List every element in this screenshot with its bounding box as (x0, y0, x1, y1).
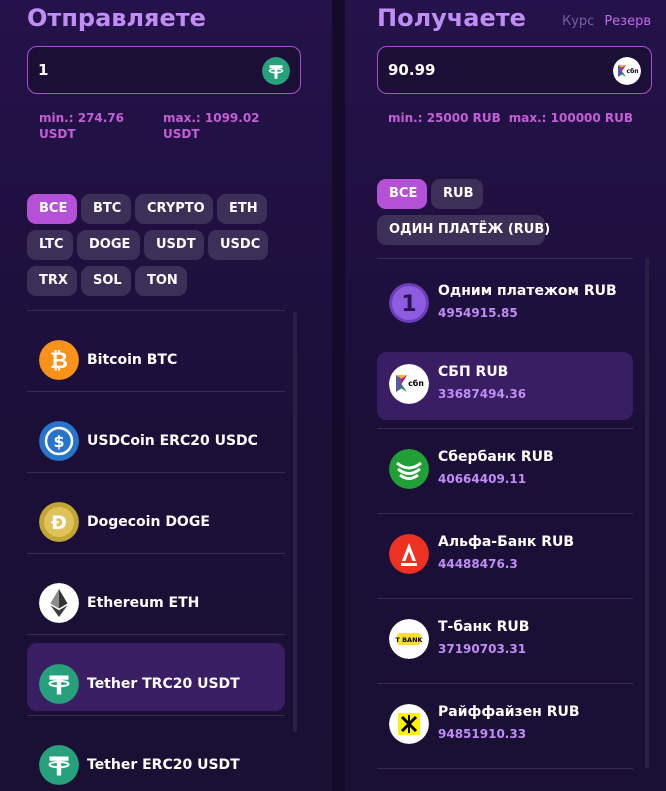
list-item-sberbank[interactable]: Сбербанк RUB 40664409.11 (377, 437, 633, 505)
method-name: Одним платежом RUB (438, 283, 617, 299)
list-item-raiffeisen[interactable]: Райффайзен RUB 94851910.33 (377, 692, 633, 760)
receive-amount-field[interactable]: 90.99 сбп (377, 46, 652, 94)
list-divider (27, 310, 285, 311)
list-item-one-payment[interactable]: 1 Одним платежом RUB 4954915.85 (377, 271, 633, 339)
method-reserve: 33687494.36 (438, 387, 527, 401)
svg-text:T BANK: T BANK (395, 636, 423, 644)
list-divider (27, 391, 285, 392)
method-reserve: 94851910.33 (438, 727, 527, 741)
send-filter-sol[interactable]: SOL (81, 266, 131, 296)
method-name: Сбербанк RUB (438, 449, 554, 465)
currency-name: Bitcoin BTC (87, 352, 178, 368)
receive-title: Получаете (377, 4, 526, 32)
list-item-sbp[interactable]: сбп СБП RUB 33687494.36 (377, 352, 633, 420)
sbp-icon: сбп (613, 57, 641, 85)
send-title: Отправляете (27, 4, 206, 32)
send-filter-trx[interactable]: TRX (27, 266, 77, 296)
panel-divider (332, 0, 345, 791)
list-divider (377, 598, 633, 599)
list-divider (377, 258, 633, 259)
sbp-icon: сбп (389, 364, 429, 404)
method-name: Райффайзен RUB (438, 704, 580, 720)
svg-text:сбп: сбп (627, 68, 639, 75)
list-divider (377, 683, 633, 684)
send-amount-field[interactable]: 1 (27, 46, 301, 94)
send-filter-crypto[interactable]: CRYPTO (135, 194, 213, 224)
receive-header-links: Курс Резерв (562, 14, 651, 29)
list-item-dogecoin[interactable]: Ð Dogecoin DOGE (27, 481, 285, 549)
exchange-widget: Отправляете 1 min.: 274.76 USDT max.: 10… (0, 0, 666, 791)
dogecoin-icon: Ð (39, 502, 79, 542)
svg-text:$: $ (53, 432, 64, 451)
svg-text:сбп: сбп (408, 378, 424, 388)
currency-name: Ethereum ETH (87, 595, 200, 611)
send-filter-usdc[interactable]: USDC (208, 230, 268, 260)
receive-filter-all[interactable]: ВСЕ (377, 179, 427, 209)
bitcoin-icon: ₿ (39, 340, 79, 380)
usdc-icon: $ (39, 421, 79, 461)
send-filter-doge[interactable]: DOGE (77, 230, 140, 260)
list-divider (377, 768, 633, 769)
method-name: Альфа-Банк RUB (438, 534, 575, 550)
ethereum-icon (39, 583, 79, 623)
currency-name: Dogecoin DOGE (87, 514, 210, 530)
tether-icon (39, 745, 79, 785)
send-list-scrollbar[interactable] (293, 312, 297, 732)
alfabank-icon (389, 534, 429, 574)
currency-name: Tether TRC20 USDT (87, 676, 240, 692)
receive-filter-rub[interactable]: RUB (431, 179, 483, 209)
send-min-limit: min.: 274.76 USDT (39, 111, 125, 141)
list-divider (27, 553, 285, 554)
tether-icon (39, 664, 79, 704)
send-filter-ton[interactable]: TON (135, 266, 187, 296)
method-reserve: 37190703.31 (438, 642, 527, 656)
send-filter-usdt[interactable]: USDT (144, 230, 204, 260)
send-filter-all[interactable]: ВСЕ (27, 194, 77, 224)
receive-panel: Получаете Курс Резерв 90.99 сбп min.: 250… (345, 0, 666, 791)
list-divider (377, 513, 633, 514)
send-panel: Отправляете 1 min.: 274.76 USDT max.: 10… (0, 0, 332, 791)
send-filter-ltc[interactable]: LTC (27, 230, 73, 260)
receive-list-scrollbar[interactable] (645, 258, 649, 768)
tether-icon (262, 57, 290, 85)
currency-name: Tether ERC20 USDT (87, 757, 240, 773)
list-item-usdc[interactable]: $ USDCoin ERC20 USDC (27, 400, 285, 468)
send-max-limit: max.: 1099.02 USDT (163, 111, 260, 141)
list-divider (27, 472, 285, 473)
send-amount-value[interactable]: 1 (38, 61, 48, 79)
method-name: Т-банк RUB (438, 619, 530, 635)
svg-text:Ð: Ð (51, 512, 67, 534)
receive-filter-one-payment[interactable]: ОДИН ПЛАТЁЖ (RUB) (377, 215, 550, 245)
list-item-tether-trc20[interactable]: Tether TRC20 USDT (27, 643, 285, 711)
send-filter-btc[interactable]: BTC (81, 194, 131, 224)
method-name: СБП RUB (438, 364, 509, 380)
list-item-tbank[interactable]: T BANK Т-банк RUB 37190703.31 (377, 607, 633, 675)
receive-min-limit: min.: 25000 RUB (388, 111, 501, 125)
method-reserve: 4954915.85 (438, 306, 518, 320)
method-reserve: 44488476.3 (438, 557, 518, 571)
svg-text:₿: ₿ (50, 349, 68, 374)
list-divider (27, 715, 285, 716)
svg-text:1: 1 (401, 292, 416, 317)
sberbank-icon (389, 449, 429, 489)
list-divider (377, 428, 633, 429)
list-item-alfabank[interactable]: Альфа-Банк RUB 44488476.3 (377, 522, 633, 590)
list-item-bitcoin[interactable]: ₿ Bitcoin BTC (27, 319, 285, 387)
reserve-link[interactable]: Резерв (604, 14, 651, 29)
currency-name: USDCoin ERC20 USDC (87, 433, 258, 449)
send-filter-eth[interactable]: ETH (217, 194, 267, 224)
list-item-tether-erc20[interactable]: Tether ERC20 USDT (27, 724, 285, 791)
receive-max-limit: max.: 100000 RUB (508, 111, 634, 125)
method-reserve: 40664409.11 (438, 472, 527, 486)
one-payment-icon: 1 (389, 283, 429, 323)
list-divider (27, 634, 285, 635)
receive-amount-value[interactable]: 90.99 (388, 61, 435, 79)
rate-link[interactable]: Курс (562, 14, 594, 29)
list-item-ethereum[interactable]: Ethereum ETH (27, 562, 285, 630)
receive-limits: min.: 25000 RUB max.: 100000 RUB (388, 110, 633, 126)
tbank-icon: T BANK (389, 619, 429, 659)
raiffeisen-icon (389, 704, 429, 744)
